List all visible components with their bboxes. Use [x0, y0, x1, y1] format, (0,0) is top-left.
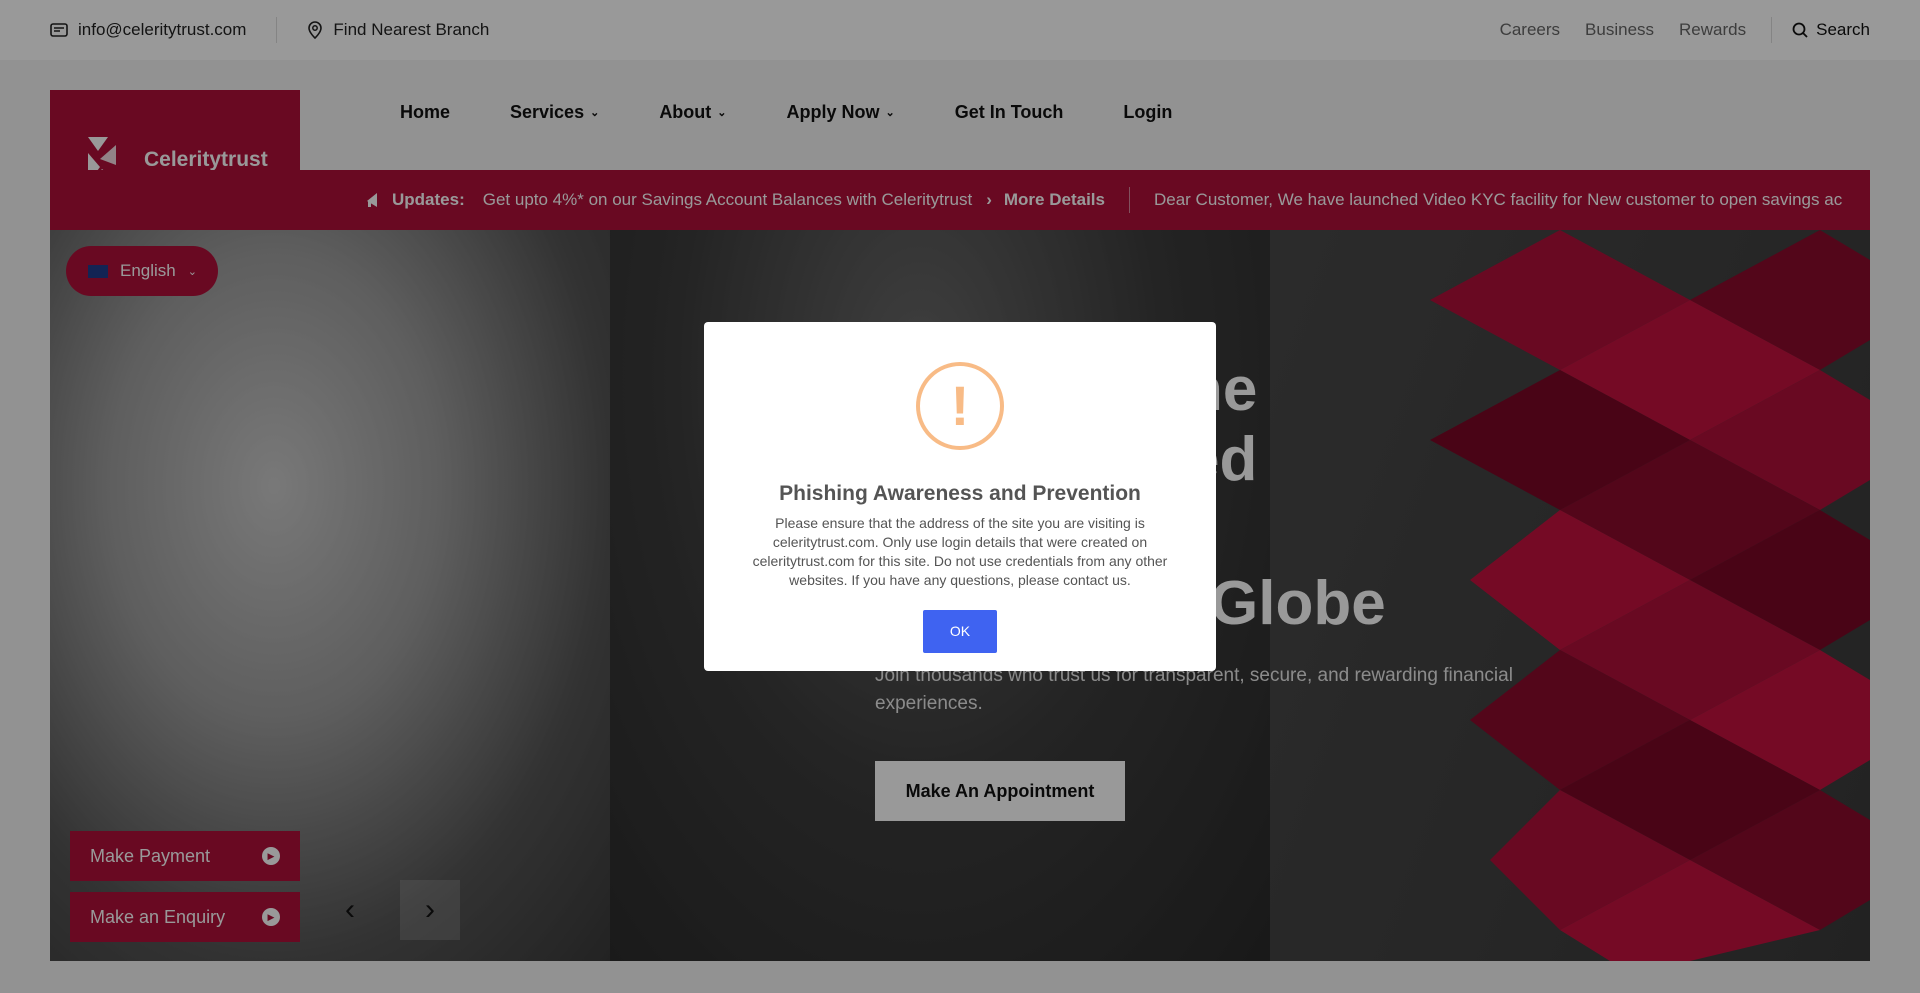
dialog-title: Phishing Awareness and Prevention [779, 482, 1141, 505]
phishing-alert-dialog: ! Phishing Awareness and Prevention Plea… [704, 322, 1216, 671]
dialog-message: Please ensure that the address of the si… [752, 515, 1168, 588]
warning-icon: ! [916, 362, 1004, 450]
ok-button[interactable]: OK [923, 610, 997, 653]
